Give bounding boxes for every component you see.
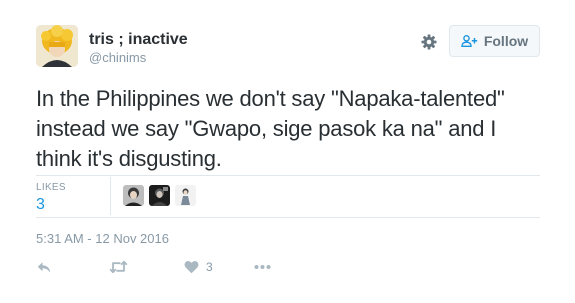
divider <box>36 217 540 218</box>
user-display-name[interactable]: tris ; inactive <box>89 31 188 49</box>
user-handle[interactable]: @chinims <box>89 50 146 65</box>
more-button[interactable] <box>254 258 271 276</box>
like-count: 3 <box>206 260 213 274</box>
liker-avatar-2[interactable] <box>149 185 170 206</box>
reply-button[interactable] <box>36 258 52 276</box>
retweet-button[interactable] <box>109 258 128 276</box>
divider <box>36 175 540 176</box>
likes-label: LIKES <box>36 182 66 193</box>
avatar-image <box>36 25 78 67</box>
retweet-icon <box>109 260 128 274</box>
user-avatar[interactable] <box>36 25 78 67</box>
like-button[interactable]: 3 <box>184 258 213 276</box>
gear-icon[interactable] <box>420 33 438 51</box>
more-icon <box>254 265 271 269</box>
liker-avatar-3[interactable] <box>175 185 196 206</box>
tweet-timestamp[interactable]: 5:31 AM - 12 Nov 2016 <box>36 231 169 246</box>
follow-label: Follow <box>483 33 529 49</box>
liker-avatar-1[interactable] <box>123 185 144 206</box>
reply-icon <box>37 262 51 273</box>
follow-button[interactable]: Follow <box>449 25 540 57</box>
tweet-card: tris ; inactive @chinims Follow In the P… <box>0 0 575 303</box>
tweet-text: In the Philippines we don't say "Napaka-… <box>36 86 505 171</box>
heart-icon <box>184 261 199 274</box>
likes-count[interactable]: 3 <box>36 196 110 214</box>
likes-stat[interactable]: LIKES 3 <box>36 182 110 214</box>
stats-separator <box>110 177 111 215</box>
add-user-icon <box>461 35 478 47</box>
